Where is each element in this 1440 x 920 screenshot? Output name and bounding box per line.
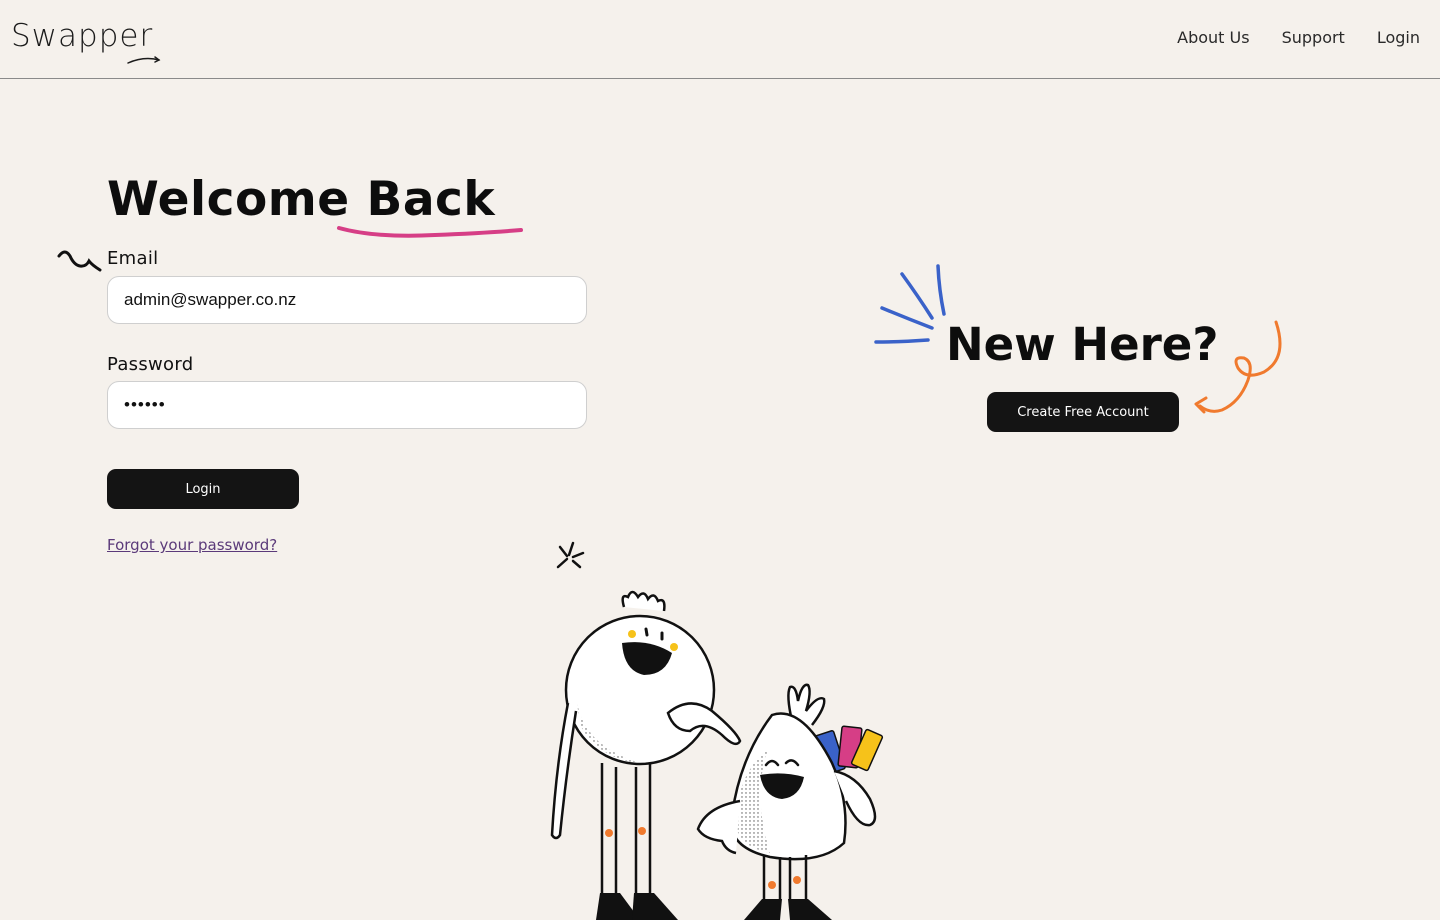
password-field[interactable] xyxy=(107,381,587,429)
login-button[interactable]: Login xyxy=(107,469,299,509)
site-header: Swapper About Us Support Login xyxy=(0,0,1440,79)
title-underline-icon xyxy=(337,226,523,238)
email-label: Email xyxy=(107,248,159,269)
email-field[interactable] xyxy=(107,276,587,324)
nav-support[interactable]: Support xyxy=(1282,28,1345,47)
curly-arrow-icon xyxy=(1194,320,1282,414)
new-here-title: New Here? xyxy=(946,318,1219,371)
sparkle-icon xyxy=(556,541,585,569)
squiggle-icon xyxy=(57,250,102,272)
mascot-illustration xyxy=(550,541,884,920)
create-account-button[interactable]: Create Free Account xyxy=(987,392,1179,432)
password-label: Password xyxy=(107,354,194,375)
small-mascot xyxy=(696,683,884,920)
logo-swoosh-icon xyxy=(127,56,161,64)
nav-login[interactable]: Login xyxy=(1377,28,1420,47)
nav-about-us[interactable]: About Us xyxy=(1177,28,1249,47)
big-mascot xyxy=(550,590,742,920)
forgot-password-link[interactable]: Forgot your password? xyxy=(107,536,277,554)
top-nav: About Us Support Login xyxy=(1177,28,1420,47)
logo[interactable]: Swapper xyxy=(11,18,153,54)
welcome-title: Welcome Back xyxy=(107,172,496,227)
burst-lines-icon xyxy=(874,264,946,344)
